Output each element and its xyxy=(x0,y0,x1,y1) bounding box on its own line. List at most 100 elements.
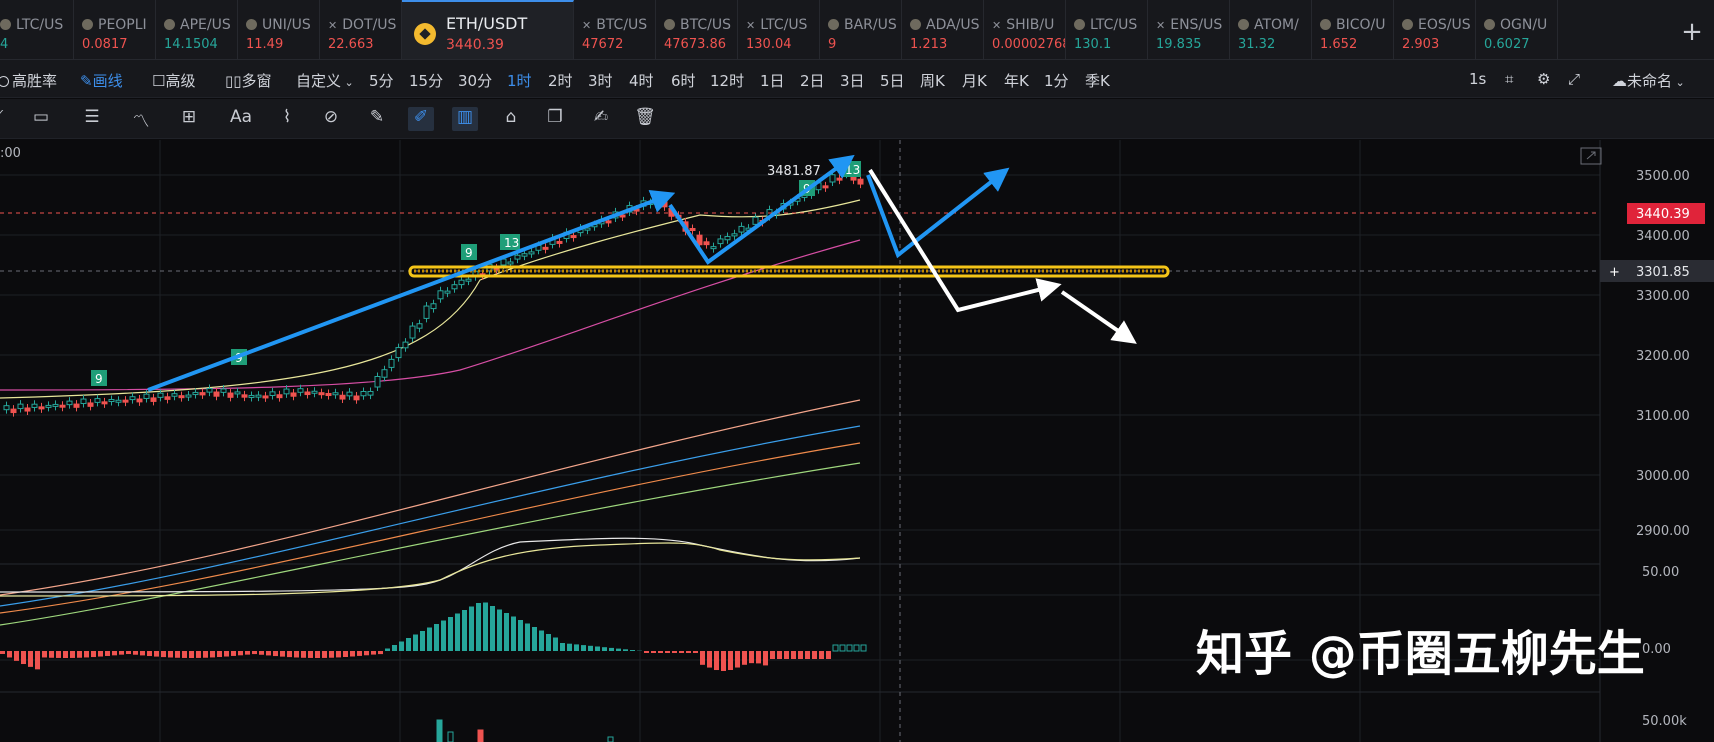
interval-option[interactable]: 12时 xyxy=(710,70,744,91)
symbol-tab[interactable]: APE/US 14.1504 xyxy=(156,0,238,59)
tab-symbol: ENS/US xyxy=(1170,17,1223,33)
symbol-tab[interactable]: ETH/USDT 3440.39 xyxy=(402,0,574,59)
chart-canvas[interactable]: 3500.00 3400.00 3300.00 3200.00 3100.00 3000.… xyxy=(0,140,1714,742)
symbol-tab[interactable]: BAR/US 9 xyxy=(820,0,902,59)
macd-bar xyxy=(210,651,215,658)
svg-text:3301.85: 3301.85 xyxy=(1636,265,1690,280)
macd-bar xyxy=(280,651,285,657)
interval-option[interactable]: 2日 xyxy=(800,70,825,91)
symbol-tab[interactable]: EOS/US 2.903 xyxy=(1394,0,1476,59)
coin-icon xyxy=(1484,19,1495,30)
tab-price: 2.903 xyxy=(1402,37,1440,52)
symbol-tab[interactable]: BTC/US 47673.86 xyxy=(656,0,738,59)
custom-interval-dropdown[interactable]: 自定义 ⌄ xyxy=(296,70,354,91)
macd-bar xyxy=(651,651,656,653)
symbol-tab[interactable]: PEOPLI 0.0817 xyxy=(74,0,156,59)
eraser-icon[interactable]: ⊘ xyxy=(318,107,344,131)
layers-icon[interactable]: ❐ xyxy=(542,107,568,131)
symbol-tab[interactable]: ATOM/31.32 xyxy=(1230,0,1312,59)
interval-option[interactable]: 年K xyxy=(1004,70,1029,91)
custom-label: 自定义 xyxy=(296,72,342,90)
interval-option[interactable]: 2时 xyxy=(548,70,573,91)
brush-icon[interactable]: ⌇ xyxy=(274,107,300,131)
trendline-icon[interactable]: ⟋ xyxy=(0,107,18,131)
wave-icon[interactable]: 〽 xyxy=(128,107,154,132)
symbol-tab[interactable]: ADA/US 1.213 xyxy=(902,0,984,59)
interval-option[interactable]: 15分 xyxy=(409,70,443,91)
interval-option[interactable]: 1时 xyxy=(507,70,532,91)
macd-bar xyxy=(406,638,411,651)
edit-icon[interactable]: ✍ xyxy=(588,107,614,131)
symbol-tab[interactable]: ✕ SHIB/U 0.00002768 xyxy=(984,0,1066,59)
symbol-tab[interactable]: BICO/U 1.652 xyxy=(1312,0,1394,59)
interval-option[interactable]: 6时 xyxy=(671,70,696,91)
win-rate-button[interactable]: 高胜率 xyxy=(0,70,57,91)
interval-option[interactable]: 4时 xyxy=(629,70,654,91)
pencil-icon: ✎ xyxy=(80,72,93,90)
interval-option[interactable]: 季K xyxy=(1085,70,1110,91)
cross-icon: ✕ xyxy=(992,19,1002,32)
interval-option[interactable]: 3日 xyxy=(840,70,865,91)
text-icon[interactable]: Aa xyxy=(228,107,254,131)
fullscreen-icon[interactable]: ⤢ xyxy=(1568,70,1580,88)
rectangle-icon[interactable]: ▭ xyxy=(28,107,54,131)
symbol-tab[interactable]: ✕ DOT/US 22.663 xyxy=(320,0,402,59)
white-forecast-arrows[interactable] xyxy=(868,168,1137,344)
interval-option[interactable]: 30分 xyxy=(458,70,492,91)
lock-icon[interactable]: ⌂ xyxy=(498,107,524,131)
macd-bar xyxy=(532,627,537,651)
candle xyxy=(262,395,269,399)
symbol-tab[interactable]: ✕ ENS/US 19.835 xyxy=(1148,0,1230,59)
candle xyxy=(80,398,87,405)
symbol-tab[interactable]: ✕ BTC/US 47672 xyxy=(574,0,656,59)
interval-option[interactable]: 3时 xyxy=(588,70,613,91)
volume-bar xyxy=(447,731,454,742)
macd-bar xyxy=(175,651,180,658)
candle xyxy=(31,403,38,408)
settings-icon[interactable]: ⚙ xyxy=(1537,70,1550,88)
macd-bar xyxy=(798,651,803,659)
candle xyxy=(724,236,731,241)
add-tab-icon[interactable]: + xyxy=(1670,0,1714,59)
calendar-icon: ☐ xyxy=(152,72,166,90)
tab-symbol: UNI/US xyxy=(262,17,311,33)
trash-icon[interactable]: 🗑 xyxy=(632,107,658,131)
screenshot-icon[interactable]: ⌗ xyxy=(1505,70,1513,88)
symbol-tab[interactable]: UNI/US 11.49 xyxy=(238,0,320,59)
candle-style-icon[interactable]: ▥ xyxy=(452,107,478,131)
macd-bar xyxy=(469,606,474,651)
volume-bar xyxy=(436,719,443,742)
measure-icon[interactable]: ⊞ xyxy=(176,107,202,131)
symbol-tab[interactable]: LTC/US 4 xyxy=(0,0,74,59)
price-chart[interactable]: 3500.00 3400.00 3300.00 3200.00 3100.00 3000.… xyxy=(0,140,1714,742)
interval-option[interactable]: 1日 xyxy=(760,70,785,91)
macd-bar xyxy=(714,651,719,671)
advanced-button[interactable]: ☐高级 xyxy=(152,70,195,91)
interval-option[interactable]: 月K xyxy=(962,70,987,91)
interval-option[interactable]: 1分 xyxy=(1044,70,1069,91)
expand-chart-icon[interactable] xyxy=(1580,147,1602,165)
tab-symbol: BTC/US xyxy=(596,17,648,33)
multi-window-button[interactable]: ▯▯多窗 xyxy=(225,70,272,91)
candle xyxy=(318,392,325,396)
cloud-icon: ☁ xyxy=(1612,72,1627,90)
interval-option[interactable]: 5分 xyxy=(369,70,394,91)
candle xyxy=(227,392,234,398)
indicator-axis-label: 0.00 xyxy=(1642,642,1671,657)
symbol-tab[interactable]: OGN/U 0.6027 xyxy=(1476,0,1558,59)
candle xyxy=(822,185,829,189)
pen-icon[interactable]: ✐ xyxy=(408,107,434,131)
draw-line-button[interactable]: ✎画线 xyxy=(80,70,123,91)
symbol-tab[interactable]: LTC/US 130.1 xyxy=(1066,0,1148,59)
candle xyxy=(402,341,409,349)
interval-option[interactable]: 5日 xyxy=(880,70,905,91)
symbol-tab[interactable]: ✕ LTC/US 130.04 xyxy=(738,0,820,59)
macd-bar xyxy=(707,651,712,668)
candle xyxy=(423,305,430,319)
interval-option[interactable]: 周K xyxy=(920,70,945,91)
ma-line-yellow xyxy=(0,199,861,399)
fib-icon[interactable]: ☰ xyxy=(79,107,105,131)
cloud-layout-button[interactable]: ☁未命名 ⌄ xyxy=(1612,70,1685,91)
ruler-icon[interactable]: ✎ xyxy=(364,107,390,131)
refresh-rate[interactable]: 1s xyxy=(1469,70,1486,88)
